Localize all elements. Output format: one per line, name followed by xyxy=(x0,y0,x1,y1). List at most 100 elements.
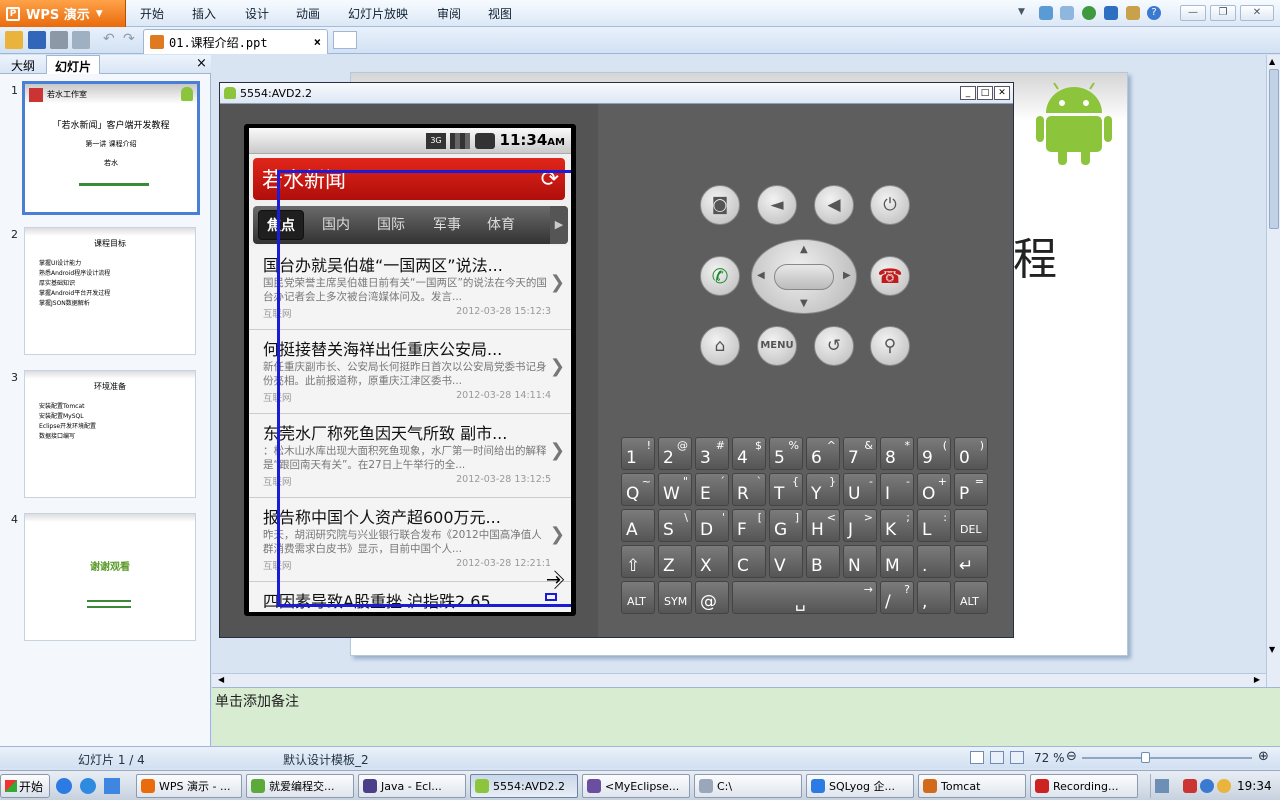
key[interactable]: . xyxy=(917,545,951,578)
network-icon[interactable] xyxy=(1155,779,1169,793)
power-icon[interactable]: ⏻ xyxy=(870,185,910,225)
key[interactable]: 7 & xyxy=(843,437,877,470)
skin-icon[interactable] xyxy=(1039,6,1053,20)
delete-key[interactable]: DEL xyxy=(954,509,988,542)
tab-outline[interactable]: 大纲 xyxy=(3,55,43,74)
task-emulator[interactable]: 5554:AVD2.2 xyxy=(470,774,578,798)
dpad-down-icon[interactable]: ▼ xyxy=(800,298,808,309)
update-icon[interactable] xyxy=(1104,6,1118,20)
key[interactable]: 2 @ xyxy=(658,437,692,470)
task-chat[interactable]: 就爱编程交... xyxy=(246,774,354,798)
dpad[interactable]: ▲ ▼ ◀ ▶ xyxy=(751,239,857,314)
zoom-slider-thumb[interactable] xyxy=(1141,752,1150,763)
shift-key[interactable]: ⇧ xyxy=(621,545,655,578)
key[interactable]: J > xyxy=(843,509,877,542)
key[interactable]: I- xyxy=(880,473,914,506)
help-icon[interactable]: ? xyxy=(1147,6,1161,20)
key[interactable]: S \ xyxy=(658,509,692,542)
key[interactable]: U- xyxy=(843,473,877,506)
zoom-level[interactable]: 72 % xyxy=(1034,751,1065,765)
close-tab-icon[interactable]: × xyxy=(314,35,321,49)
horizontal-scrollbar[interactable]: ◀ ▶ xyxy=(212,673,1266,687)
key[interactable]: P = xyxy=(954,473,988,506)
menu-home[interactable]: 开始 xyxy=(140,5,164,22)
scroll-down-icon[interactable]: ▼ xyxy=(1269,645,1275,654)
tab-slides[interactable]: 幻灯片 xyxy=(46,55,101,74)
home-button-icon[interactable]: ⌂ xyxy=(700,326,740,366)
slide-thumbnail-3[interactable]: 环境准备 安装配置Tomcat 安装配置MySQL Eclipse开发环境配置 … xyxy=(24,370,196,498)
alt-key[interactable]: ALT xyxy=(621,581,655,614)
menu-design[interactable]: 设计 xyxy=(245,5,269,22)
volume-down-icon[interactable]: ◄ xyxy=(757,185,797,225)
print-preview-icon[interactable] xyxy=(72,31,90,49)
collapse-ribbon-icon[interactable]: ▼ xyxy=(1018,7,1025,17)
desktop-icon[interactable] xyxy=(104,778,120,794)
undo-icon[interactable]: ↶ xyxy=(103,31,115,47)
user-icon[interactable] xyxy=(1126,6,1140,20)
key[interactable]: E ´ xyxy=(695,473,729,506)
key[interactable]: A xyxy=(621,509,655,542)
emulator-titlebar[interactable]: 5554:AVD2.2 _ □ ✕ xyxy=(220,83,1013,104)
key[interactable]: B xyxy=(806,545,840,578)
key[interactable]: 1! xyxy=(621,437,655,470)
key[interactable]: 8 * xyxy=(880,437,914,470)
tray-app-icon[interactable] xyxy=(1183,779,1197,793)
minimize-button[interactable]: — xyxy=(1180,5,1206,21)
scroll-thumb[interactable] xyxy=(1269,69,1279,229)
key[interactable]: Q ~ xyxy=(621,473,655,506)
task-explorer[interactable]: C:\ xyxy=(694,774,802,798)
slide-thumbnail-4[interactable]: 谢谢观看 xyxy=(24,513,196,641)
sorter-view-icon[interactable] xyxy=(990,751,1004,764)
tray-app-icon[interactable] xyxy=(1217,779,1231,793)
end-call-icon[interactable]: ☎ xyxy=(870,256,910,296)
key[interactable]: 5% xyxy=(769,437,803,470)
key[interactable]: 4 $ xyxy=(732,437,766,470)
task-myeclipse[interactable]: <MyEclipse... xyxy=(582,774,690,798)
menu-insert[interactable]: 插入 xyxy=(192,5,216,22)
home-icon[interactable] xyxy=(1060,6,1074,20)
menu-slideshow[interactable]: 幻灯片放映 xyxy=(348,5,408,22)
menu-view[interactable]: 视图 xyxy=(488,5,512,22)
normal-view-icon[interactable] xyxy=(970,751,984,764)
zoom-out-icon[interactable]: ⊖ xyxy=(1066,749,1077,764)
volume-up-icon[interactable]: ◀ xyxy=(814,185,854,225)
emu-minimize-button[interactable]: _ xyxy=(960,86,976,100)
key[interactable]: K; xyxy=(880,509,914,542)
wps-app-button[interactable]: P WPS 演示 ▼ xyxy=(0,0,126,27)
redo-icon[interactable]: ↷ xyxy=(123,31,135,47)
start-button[interactable]: 开始 xyxy=(0,774,50,798)
dpad-up-icon[interactable]: ▲ xyxy=(800,244,808,255)
emu-close-button[interactable]: ✕ xyxy=(994,86,1010,100)
menu-animation[interactable]: 动画 xyxy=(296,5,320,22)
enter-key[interactable]: ↵ xyxy=(954,545,988,578)
key[interactable]: T{ xyxy=(769,473,803,506)
task-tomcat[interactable]: Tomcat xyxy=(918,774,1026,798)
new-tab-button[interactable] xyxy=(333,31,357,49)
dpad-left-icon[interactable]: ◀ xyxy=(757,270,765,281)
zoom-slider-track[interactable] xyxy=(1082,757,1252,759)
key[interactable]: R ` xyxy=(732,473,766,506)
key[interactable]: Y} xyxy=(806,473,840,506)
call-icon[interactable]: ✆ xyxy=(700,256,740,296)
slideshow-view-icon[interactable] xyxy=(1010,751,1024,764)
key[interactable]: 0) xyxy=(954,437,988,470)
task-sqlyog[interactable]: SQLyog 企... xyxy=(806,774,914,798)
tray-app-icon[interactable] xyxy=(1200,779,1214,793)
notes-pane[interactable]: 单击添加备注 xyxy=(212,687,1280,746)
slide-title[interactable]: 程 xyxy=(1013,223,1057,287)
key[interactable]: C xyxy=(732,545,766,578)
key[interactable]: 3 # xyxy=(695,437,729,470)
space-key[interactable]: ␣ → xyxy=(732,581,877,614)
close-panel-icon[interactable]: × xyxy=(196,56,207,71)
key[interactable]: H < xyxy=(806,509,840,542)
back-icon[interactable]: ↺ xyxy=(814,326,854,366)
camera-icon[interactable]: ◙ xyxy=(700,185,740,225)
emulator-window[interactable]: 5554:AVD2.2 _ □ ✕ 3G 11:34AM 若水新闻 ⟳ 焦点 国… xyxy=(219,82,1014,638)
key[interactable]: @ xyxy=(695,581,729,614)
key[interactable]: Z xyxy=(658,545,692,578)
open-icon[interactable] xyxy=(5,31,23,49)
print-icon[interactable] xyxy=(50,31,68,49)
key[interactable]: , xyxy=(917,581,951,614)
search-icon[interactable]: ⚲ xyxy=(870,326,910,366)
phone-screen[interactable]: 3G 11:34AM 若水新闻 ⟳ 焦点 国内 国际 军事 体育 ▶ 国台办就吴… xyxy=(249,128,571,612)
